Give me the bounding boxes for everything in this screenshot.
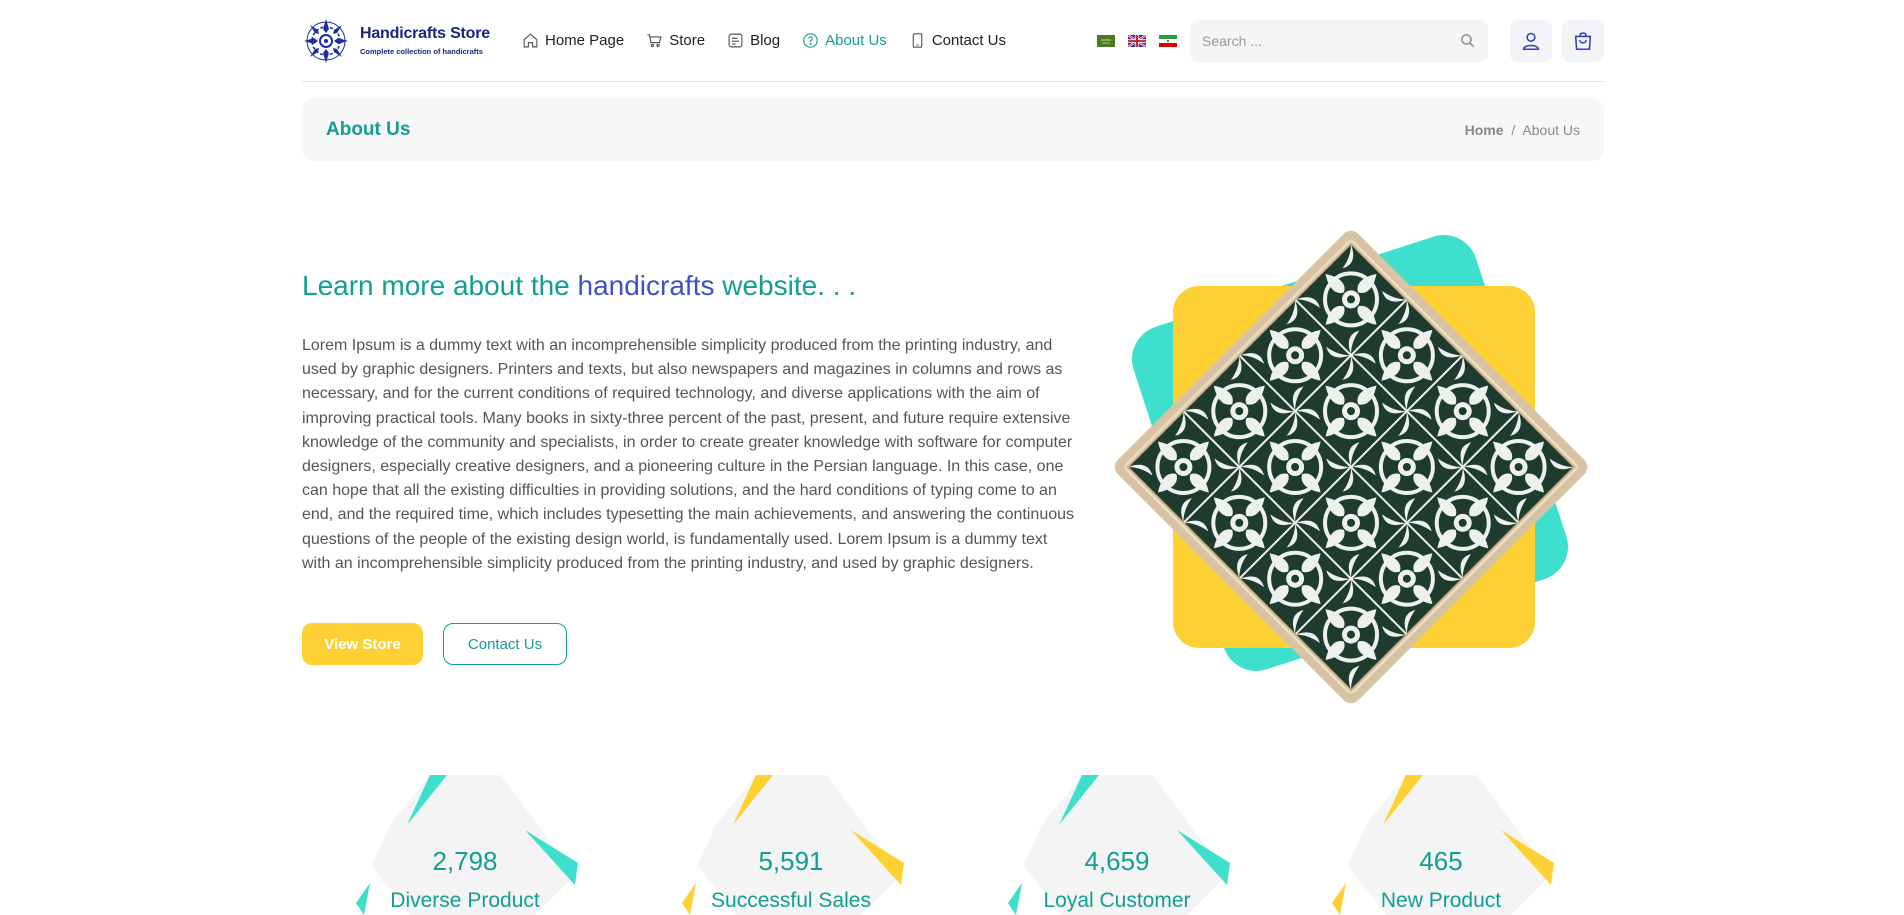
breadcrumb: Home / About Us xyxy=(1465,122,1580,138)
shopping-bag-icon xyxy=(1572,30,1594,52)
brand-subtitle: Complete collection of handicrafts xyxy=(360,47,483,56)
iran-flag-icon[interactable] xyxy=(1159,34,1177,47)
brand-title: Handicrafts Store xyxy=(360,25,490,42)
stat-label: Successful Sales xyxy=(711,889,871,912)
cart-button[interactable] xyxy=(1562,19,1604,62)
contact-us-button[interactable]: Contact Us xyxy=(443,623,567,665)
tile-tray-illustration xyxy=(1114,230,1588,704)
stat-value: 2,798 xyxy=(432,846,498,876)
stat-label: Diverse Product xyxy=(390,889,540,912)
brand-logo[interactable]: Handicrafts Store Complete collection of… xyxy=(302,17,502,65)
nav-home[interactable]: Home Page xyxy=(522,32,624,49)
stat-label: New Product xyxy=(1380,889,1502,912)
nav-about[interactable]: About Us xyxy=(802,32,887,49)
user-icon xyxy=(1520,30,1542,52)
hero-heading: Learn more about the handicrafts website… xyxy=(302,270,856,302)
nav-blog[interactable]: Blog xyxy=(727,32,780,49)
main-nav: Home Page Store Blog About Us Contact Us xyxy=(522,32,1028,49)
nav-blog-label: Blog xyxy=(750,32,781,49)
page-title-bar: About Us Home / About Us xyxy=(302,98,1604,161)
stat-value: 465 xyxy=(1419,846,1463,876)
nav-about-label: About Us xyxy=(825,32,887,49)
hero-heading-pre: Learn more about the xyxy=(302,270,578,301)
page-title: About Us xyxy=(326,118,411,140)
nav-store[interactable]: Store xyxy=(646,32,705,49)
site-header: Handicrafts Store Complete collection of… xyxy=(302,0,1604,82)
nav-contact[interactable]: Contact Us xyxy=(909,32,1006,49)
stat-value: 4,659 xyxy=(1084,846,1150,876)
view-store-button[interactable]: View Store xyxy=(302,623,423,665)
stat-value: 5,591 xyxy=(758,846,824,876)
account-button[interactable] xyxy=(1510,19,1552,62)
blog-icon xyxy=(727,32,744,49)
uk-flag-icon[interactable] xyxy=(1128,34,1146,47)
question-circle-icon xyxy=(802,32,819,49)
saudi-arabia-flag-icon[interactable] xyxy=(1097,34,1115,47)
breadcrumb-current: About Us xyxy=(1522,121,1580,138)
nav-contact-label: Contact Us xyxy=(931,32,1007,49)
phone-icon xyxy=(909,32,926,49)
hero-heading-highlight: handicrafts xyxy=(577,270,715,301)
stat-card-loyal-customer: 4,659 Loyal Customer xyxy=(1002,775,1232,915)
language-switcher xyxy=(1097,34,1190,47)
stat-card-successful-sales: 5,591 Successful Sales xyxy=(676,775,906,915)
search-input[interactable] xyxy=(1202,32,1459,49)
search-box xyxy=(1190,19,1488,62)
nav-home-label: Home Page xyxy=(545,32,625,49)
hero-heading-post: website. . . xyxy=(714,270,857,301)
nav-store-label: Store xyxy=(669,32,706,49)
home-icon xyxy=(522,32,539,49)
hero-paragraph: Lorem Ipsum is a dummy text with an inco… xyxy=(302,337,1075,572)
cart-icon xyxy=(646,32,663,49)
search-icon[interactable] xyxy=(1459,32,1476,49)
breadcrumb-home-link[interactable]: Home xyxy=(1465,122,1504,138)
breadcrumb-separator: / xyxy=(1511,121,1516,138)
mandala-logo-icon xyxy=(304,18,348,63)
stat-card-new-product: 465 New Product xyxy=(1326,775,1556,915)
stat-card-diverse-product: 2,798 Diverse Product xyxy=(350,775,580,915)
stat-label: Loyal Customer xyxy=(1043,889,1191,912)
